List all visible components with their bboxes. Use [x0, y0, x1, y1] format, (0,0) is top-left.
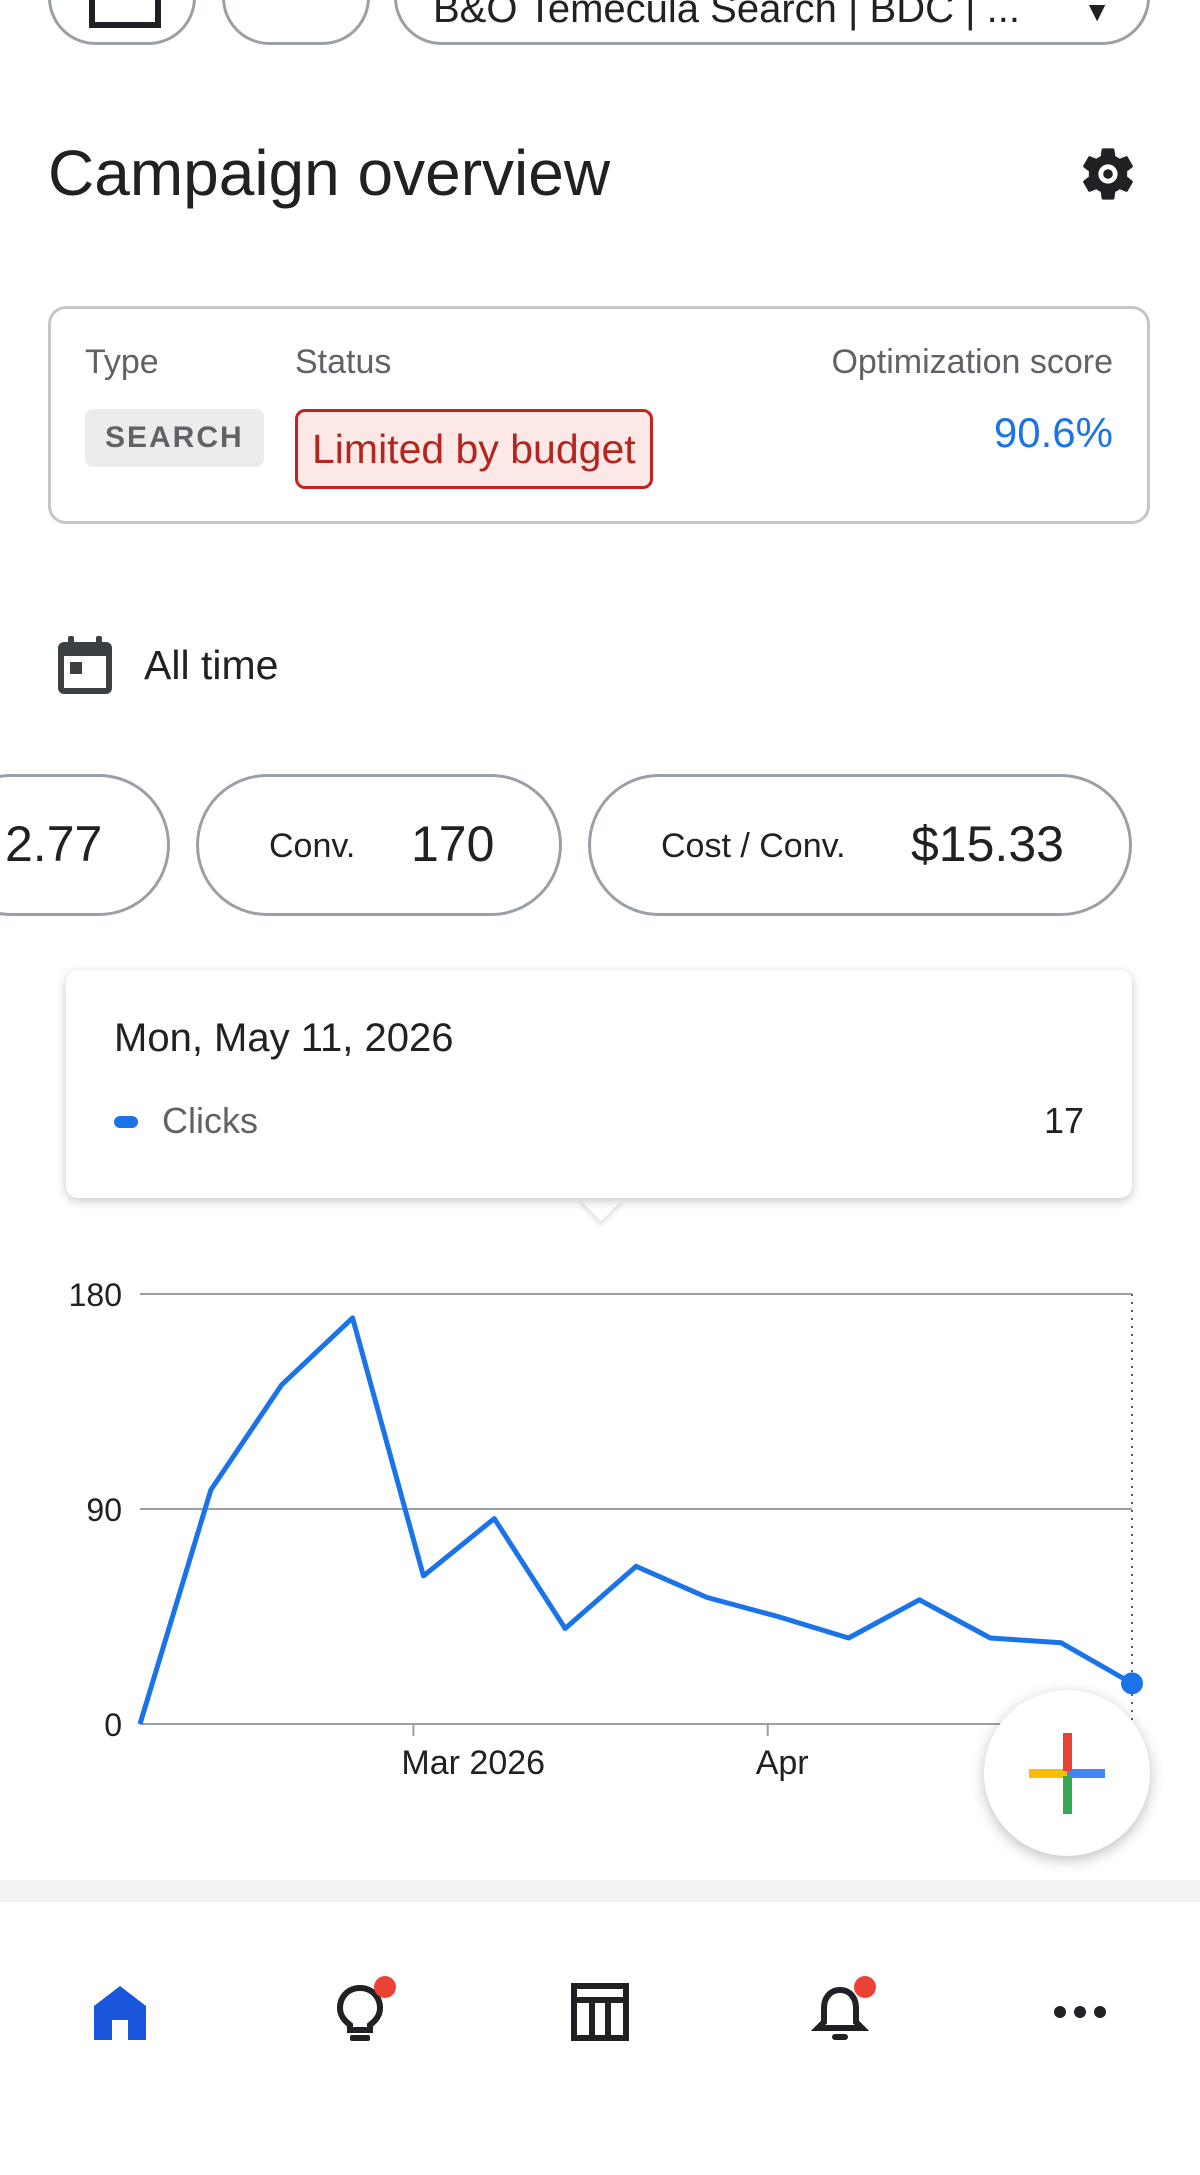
- plus-icon: [1029, 1733, 1105, 1814]
- campaign-selector[interactable]: B&O Temecula Search | BDC | ... ▼: [394, 0, 1150, 45]
- more-icon: •••: [269, 0, 323, 6]
- metric-chip-cost-per-conversion[interactable]: Cost / Conv. $15.33: [588, 774, 1132, 916]
- x-tick-label: Mar 2026: [401, 1744, 545, 1782]
- nav-recommendations[interactable]: [300, 1952, 420, 2072]
- date-range-label: All time: [144, 642, 279, 688]
- nav-divider: [0, 1880, 1200, 1902]
- campaign-summary-card: Type Status Optimization score SEARCH Li…: [48, 306, 1150, 524]
- metric-chip-conversions[interactable]: Conv. 170: [196, 774, 562, 916]
- campaign-type-chip: SEARCH: [85, 409, 264, 467]
- metric-value: $15.33: [911, 816, 1064, 872]
- table-icon: [571, 1983, 629, 2041]
- store-icon: [89, 0, 161, 28]
- tooltip-value: 17: [1043, 1100, 1084, 1141]
- nav-home[interactable]: [60, 1952, 180, 2072]
- series-swatch: [114, 1116, 138, 1128]
- tooltip-series-name: Clicks: [162, 1100, 258, 1141]
- status-label: Status: [295, 343, 392, 381]
- y-tick-label: 180: [69, 1277, 122, 1313]
- notification-badge: [374, 1976, 396, 1998]
- bottom-navigation: [0, 1902, 1200, 2175]
- home-icon: [94, 1986, 146, 2040]
- metric-value: 170: [411, 816, 495, 872]
- y-tick-label: 0: [104, 1707, 122, 1743]
- campaign-selector-label: B&O Temecula Search | BDC | ...: [433, 0, 1020, 31]
- calendar-icon: [58, 636, 112, 694]
- metric-value: 2.77: [5, 816, 103, 872]
- notification-badge: [854, 1976, 876, 1998]
- chart-tooltip: Mon, May 11, 2026 Clicks 17: [66, 970, 1132, 1198]
- top-bar: ••• B&O Temecula Search | BDC | ... ▼: [0, 0, 1200, 45]
- store-button[interactable]: [48, 0, 196, 45]
- tooltip-date: Mon, May 11, 2026: [114, 1016, 454, 1060]
- type-label: Type: [85, 343, 159, 381]
- x-tick-label: Apr: [756, 1744, 809, 1782]
- y-tick-label: 90: [86, 1492, 122, 1528]
- create-fab-button[interactable]: [984, 1690, 1150, 1856]
- page-title: Campaign overview: [48, 137, 611, 209]
- metric-chip-partial[interactable]: 2.77: [0, 774, 170, 916]
- nav-more[interactable]: [1020, 1952, 1140, 2072]
- chevron-down-icon: ▼: [1083, 0, 1111, 27]
- optimization-score-label: Optimization score: [831, 343, 1113, 381]
- metric-label: Cost / Conv.: [661, 827, 846, 865]
- gear-icon[interactable]: [1076, 142, 1140, 206]
- nav-notifications[interactable]: [780, 1952, 900, 2072]
- nav-campaigns[interactable]: [540, 1952, 660, 2072]
- metric-label: Conv.: [269, 827, 356, 865]
- series-line-clicks: [137, 1315, 1134, 1725]
- overflow-button[interactable]: •••: [222, 0, 370, 45]
- optimization-score-value[interactable]: 90.6%: [994, 409, 1113, 457]
- more-icon: [1054, 2006, 1106, 2018]
- status-badge[interactable]: Limited by budget: [295, 409, 653, 489]
